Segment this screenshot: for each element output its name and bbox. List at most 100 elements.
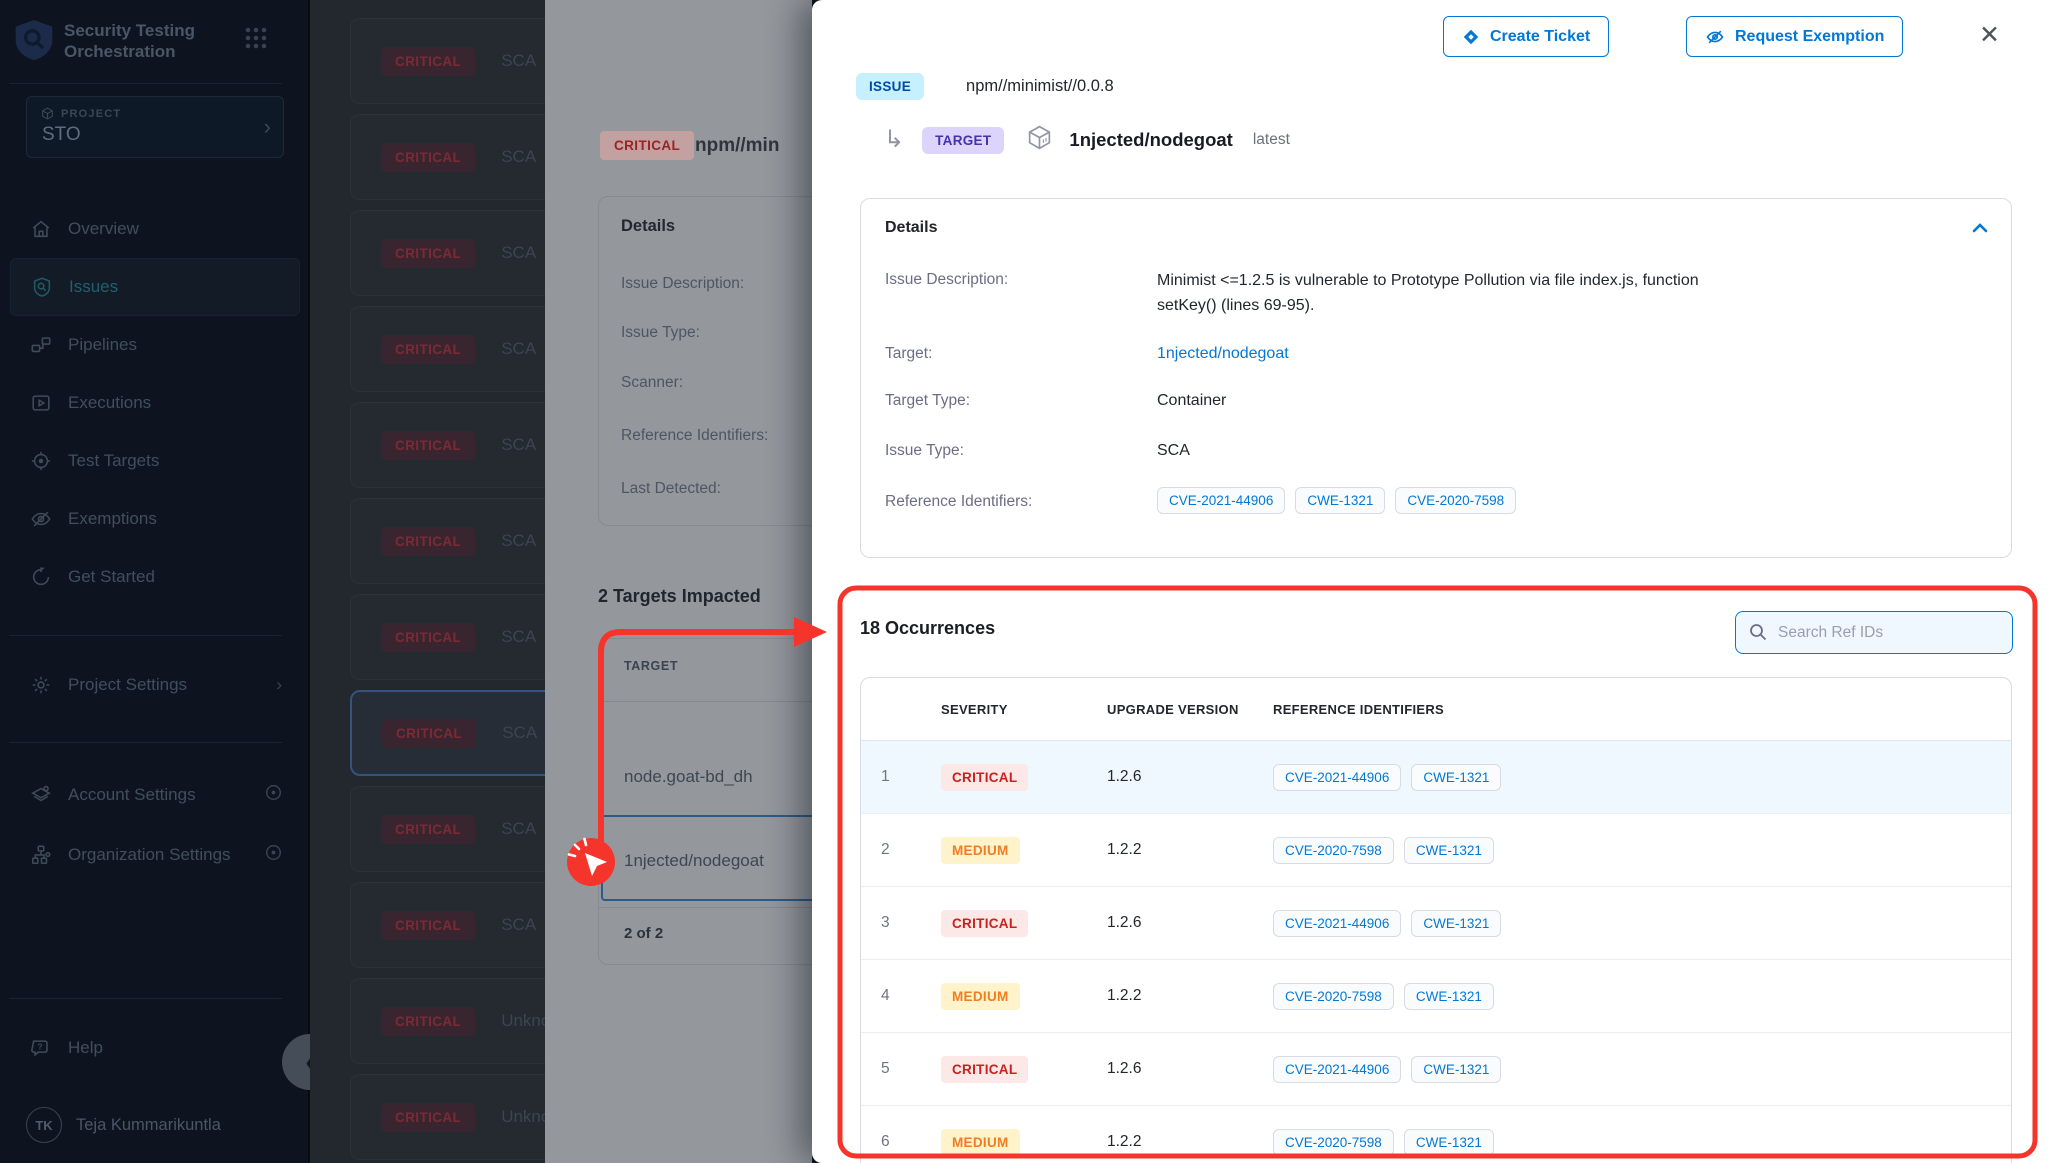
divider: [9, 83, 282, 84]
project-selector[interactable]: PROJECT STO ›: [26, 96, 284, 158]
occurrence-row[interactable]: 4 MEDIUM 1.2.2 CVE-2020-7598CWE-1321: [861, 960, 2011, 1033]
crosshair-icon: [30, 450, 52, 472]
reference-id-chip[interactable]: CVE-2021-44906: [1157, 487, 1285, 514]
home-icon: [30, 218, 52, 240]
field-label: Issue Description:: [621, 275, 744, 293]
reference-id-chip[interactable]: CWE-1321: [1411, 1056, 1501, 1083]
issue-type-label: SCA: [501, 819, 536, 839]
occurrence-row[interactable]: 2 MEDIUM 1.2.2 CVE-2020-7598CWE-1321: [861, 814, 2011, 887]
issue-list-row[interactable]: CRITICAL Unknown: [310, 1069, 545, 1163]
scope-circle-icon: [265, 784, 282, 806]
get-started-icon: [30, 566, 52, 588]
help-chat-icon: ?: [30, 1037, 52, 1059]
reference-id-chip[interactable]: CVE-2020-7598: [1273, 1129, 1394, 1156]
severity-badge: CRITICAL: [381, 1007, 475, 1036]
upgrade-version-value: 1.2.2: [1107, 987, 1273, 1005]
sidebar-item-issues[interactable]: Issues: [10, 258, 300, 316]
occurrences-table-card: SEVERITY UPGRADE VERSION REFERENCE IDENT…: [860, 677, 2012, 1163]
severity-badge: CRITICAL: [381, 431, 475, 460]
chevron-right-icon: ›: [264, 114, 271, 140]
reference-id-chip[interactable]: CVE-2021-44906: [1273, 910, 1401, 937]
sidebar-item-test-targets[interactable]: Test Targets: [0, 432, 308, 490]
reference-id-chip[interactable]: CVE-2020-7598: [1273, 983, 1394, 1010]
reference-id-chip[interactable]: CWE-1321: [1404, 1129, 1494, 1156]
cube-icon: [41, 107, 54, 120]
severity-badge: MEDIUM: [941, 1129, 1020, 1156]
issue-list-row[interactable]: CRITICAL SCA: [310, 685, 545, 781]
issue-type-value: SCA: [1157, 442, 1190, 460]
close-icon[interactable]: ✕: [1979, 20, 2000, 50]
issue-list-row[interactable]: CRITICAL SCA: [310, 109, 545, 205]
sidebar-item-exemptions[interactable]: Exemptions: [0, 490, 308, 548]
request-exemption-button[interactable]: Request Exemption: [1686, 16, 1903, 57]
issue-list-row[interactable]: CRITICAL SCA: [310, 781, 545, 877]
sidebar-item-label: Get Started: [68, 567, 155, 587]
chevron-up-icon[interactable]: [1971, 221, 1989, 240]
module-grid-icon[interactable]: [244, 26, 268, 50]
reference-id-chip[interactable]: CVE-2020-7598: [1273, 837, 1394, 864]
row-number: 5: [881, 1060, 941, 1078]
issue-list-row[interactable]: CRITICAL SCA: [310, 301, 545, 397]
issue-list-row[interactable]: CRITICAL SCA: [310, 397, 545, 493]
eye-off-icon: [30, 508, 52, 530]
details-heading: Details: [885, 219, 937, 237]
issue-header-row: ISSUE npm//minimist//0.0.8: [856, 70, 1114, 102]
severity-badge: CRITICAL: [381, 1103, 475, 1132]
reference-id-chip[interactable]: CWE-1321: [1404, 837, 1494, 864]
occurrences-rows: 1 CRITICAL 1.2.6 CVE-2021-44906CWE-1321 …: [861, 741, 2011, 1163]
reference-id-chip[interactable]: CVE-2021-44906: [1273, 1056, 1401, 1083]
sidebar-item-help[interactable]: ? Help: [0, 1019, 308, 1077]
occurrence-row[interactable]: 6 MEDIUM 1.2.2 CVE-2020-7598CWE-1321: [861, 1106, 2011, 1163]
sidebar-item-overview[interactable]: Overview: [0, 200, 308, 258]
occurrence-row[interactable]: 5 CRITICAL 1.2.6 CVE-2021-44906CWE-1321: [861, 1033, 2011, 1106]
row-number: 2: [881, 841, 941, 859]
sidebar-item-project-settings[interactable]: Project Settings ›: [0, 656, 308, 714]
reference-id-chip[interactable]: CVE-2021-44906: [1273, 764, 1401, 791]
issue-row-card: CRITICAL SCA: [350, 690, 545, 776]
issue-type-label: SCA: [501, 627, 536, 647]
create-ticket-button[interactable]: Create Ticket: [1443, 16, 1609, 57]
occurrence-row[interactable]: 3 CRITICAL 1.2.6 CVE-2021-44906CWE-1321: [861, 887, 2011, 960]
sidebar-item-get-started[interactable]: Get Started: [0, 548, 308, 606]
column-reference-identifiers: REFERENCE IDENTIFIERS: [1273, 702, 2011, 717]
issue-list-row[interactable]: CRITICAL SCA: [310, 205, 545, 301]
target-row[interactable]: 1njected/nodegoat: [624, 851, 764, 871]
reference-chips: CVE-2020-7598 CWE-1321: [1273, 837, 2011, 864]
issue-list-row[interactable]: CRITICAL Unknown: [310, 973, 545, 1069]
issue-list-row[interactable]: CRITICAL SCA: [310, 877, 545, 973]
eye-off-icon: [1705, 27, 1725, 47]
issue-row-card: CRITICAL Unknown: [350, 1074, 545, 1160]
user-profile[interactable]: TK Teja Kummarikuntla: [0, 1098, 308, 1152]
target-row[interactable]: node.goat-bd_dh: [624, 767, 753, 787]
issue-list-row[interactable]: CRITICAL SCA: [310, 493, 545, 589]
reference-id-chip[interactable]: CWE-1321: [1411, 764, 1501, 791]
reference-id-chip[interactable]: CVE-2020-7598: [1395, 487, 1516, 514]
project-name: STO: [42, 124, 81, 146]
sidebar-item-pipelines[interactable]: Pipelines: [0, 316, 308, 374]
issue-type-label: Unknown: [501, 1107, 545, 1127]
reference-chips: CVE-2020-7598 CWE-1321: [1273, 1129, 2011, 1156]
reference-id-chip[interactable]: CWE-1321: [1411, 910, 1501, 937]
issue-list-row[interactable]: CRITICAL SCA: [310, 13, 545, 109]
targets-impacted-heading: 2 Targets Impacted: [598, 586, 761, 607]
reference-id-chip[interactable]: CWE-1321: [1295, 487, 1385, 514]
sidebar-item-executions[interactable]: Executions: [0, 374, 308, 432]
column-severity: SEVERITY: [941, 702, 1107, 717]
reference-id-chip[interactable]: CWE-1321: [1404, 983, 1494, 1010]
occurrence-row[interactable]: 1 CRITICAL 1.2.6 CVE-2021-44906CWE-1321: [861, 741, 2011, 814]
field-label: Reference Identifiers:: [885, 493, 1032, 511]
search-input[interactable]: [1735, 611, 2013, 654]
severity-badge: CRITICAL: [941, 1056, 1028, 1083]
search-box: [1735, 611, 2013, 654]
target-link[interactable]: 1njected/nodegoat: [1157, 345, 1289, 363]
sidebar-item-label: Executions: [68, 393, 151, 413]
severity-badge: CRITICAL: [381, 335, 475, 364]
sidebar: Security Testing Orchestration PROJECT S…: [0, 0, 310, 1163]
sidebar-item-account-settings[interactable]: Account Settings: [0, 766, 308, 824]
sidebar-item-organization-settings[interactable]: Organization Settings: [0, 826, 308, 884]
ticket-diamond-icon: [1462, 28, 1480, 46]
avatar: TK: [26, 1107, 62, 1143]
issue-list-row[interactable]: CRITICAL SCA: [310, 589, 545, 685]
divider: [9, 742, 282, 743]
elbow-arrow-icon: ↳: [884, 128, 904, 152]
